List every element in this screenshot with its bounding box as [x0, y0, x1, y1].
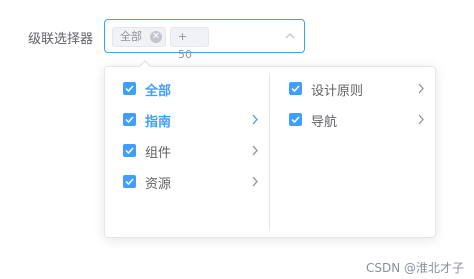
chevron-up-icon[interactable]	[285, 31, 295, 41]
menu-item-label: 设计原则	[311, 84, 364, 99]
chevron-right-icon	[252, 145, 258, 156]
chevron-right-icon	[418, 114, 424, 125]
menu-item-label: 资源	[145, 177, 172, 192]
menu-item-label: 全部	[145, 84, 172, 99]
chevron-right-icon	[252, 114, 258, 125]
menu-item-navigation[interactable]: 导航	[270, 104, 435, 135]
menu-item-label: 导航	[311, 115, 338, 130]
cascader-menu-level2: 设计原则 导航	[270, 73, 435, 231]
watermark: CSDN @淮北才子	[365, 261, 464, 275]
selected-tag: 全部 ✕	[112, 27, 166, 47]
menu-item-resources[interactable]: 资源	[105, 166, 269, 197]
collapse-count-tag: + 50	[170, 27, 209, 61]
chevron-right-icon	[252, 176, 258, 187]
form-label: 级联选择器	[28, 32, 94, 47]
chevron-right-icon	[418, 83, 424, 94]
menu-item-all[interactable]: 全部	[105, 73, 269, 104]
cascader-menu-level1: 全部 指南 组件 资源	[105, 73, 270, 231]
checkbox-checked-icon[interactable]	[123, 82, 136, 95]
menu-item-components[interactable]: 组件	[105, 135, 269, 166]
cascader-input[interactable]: 全部 ✕ + 50	[104, 19, 305, 61]
menu-item-design-principles[interactable]: 设计原则	[270, 73, 435, 104]
menu-item-label: 组件	[145, 146, 172, 161]
checkbox-checked-icon[interactable]	[123, 144, 136, 157]
tag-close-icon[interactable]: ✕	[150, 31, 162, 43]
checkbox-checked-icon[interactable]	[123, 113, 136, 126]
checkbox-checked-icon[interactable]	[289, 82, 302, 95]
checkbox-checked-icon[interactable]	[289, 113, 302, 126]
tag-label: 全部	[120, 30, 142, 43]
checkbox-checked-icon[interactable]	[123, 175, 136, 188]
menu-item-label: 指南	[145, 115, 172, 130]
menu-item-guide[interactable]: 指南	[105, 104, 269, 135]
cascader-dropdown: 全部 指南 组件 资源 设计原则 导航	[104, 60, 436, 238]
